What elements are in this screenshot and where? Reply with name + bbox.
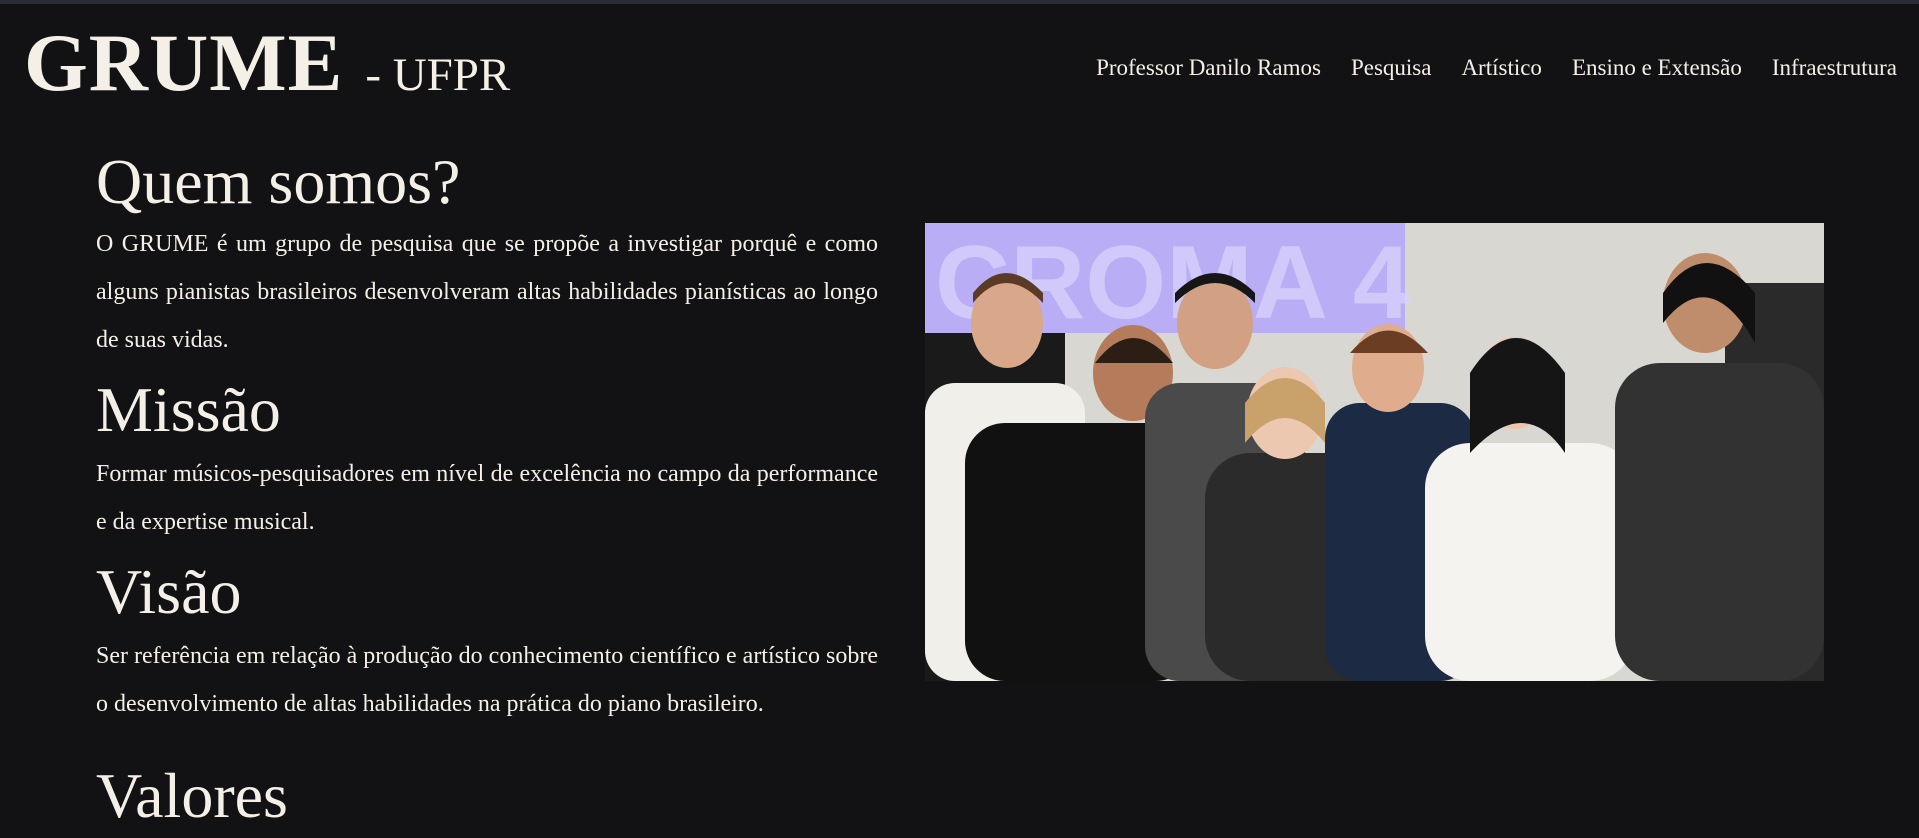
section-text-quem-somos: O GRUME é um grupo de pesquisa que se pr… bbox=[96, 231, 878, 353]
group-photo: CROMA 4 bbox=[925, 223, 1824, 681]
section-title-missao: Missão bbox=[96, 374, 281, 445]
nav-item-pesquisa[interactable]: Pesquisa bbox=[1351, 55, 1432, 81]
section-title-valores: Valores bbox=[96, 760, 288, 831]
nav-item-artistico[interactable]: Artístico bbox=[1461, 55, 1542, 81]
section-text-visao: Ser referência em relação à produção do … bbox=[96, 643, 878, 717]
section-title-quem-somos: Quem somos? bbox=[96, 146, 461, 217]
logo-main-text: GRUME bbox=[24, 17, 344, 108]
section-title-visao: Visão bbox=[96, 556, 242, 627]
top-strip bbox=[0, 0, 1919, 4]
logo-sub-text: - UFPR bbox=[365, 49, 511, 101]
section-text-missao: Formar músicos-pesquisadores em nível de… bbox=[96, 461, 878, 535]
site-logo[interactable]: GRUME - UFPR bbox=[24, 22, 510, 104]
nav-item-ensino-e-extensao[interactable]: Ensino e Extensão bbox=[1572, 55, 1742, 81]
main-nav: Professor Danilo Ramos Pesquisa Artístic… bbox=[1096, 55, 1897, 81]
nav-item-professor-danilo-ramos[interactable]: Professor Danilo Ramos bbox=[1096, 55, 1321, 81]
group-photo-illustration: CROMA 4 bbox=[925, 223, 1824, 681]
nav-item-infraestrutura[interactable]: Infraestrutura bbox=[1772, 55, 1897, 81]
